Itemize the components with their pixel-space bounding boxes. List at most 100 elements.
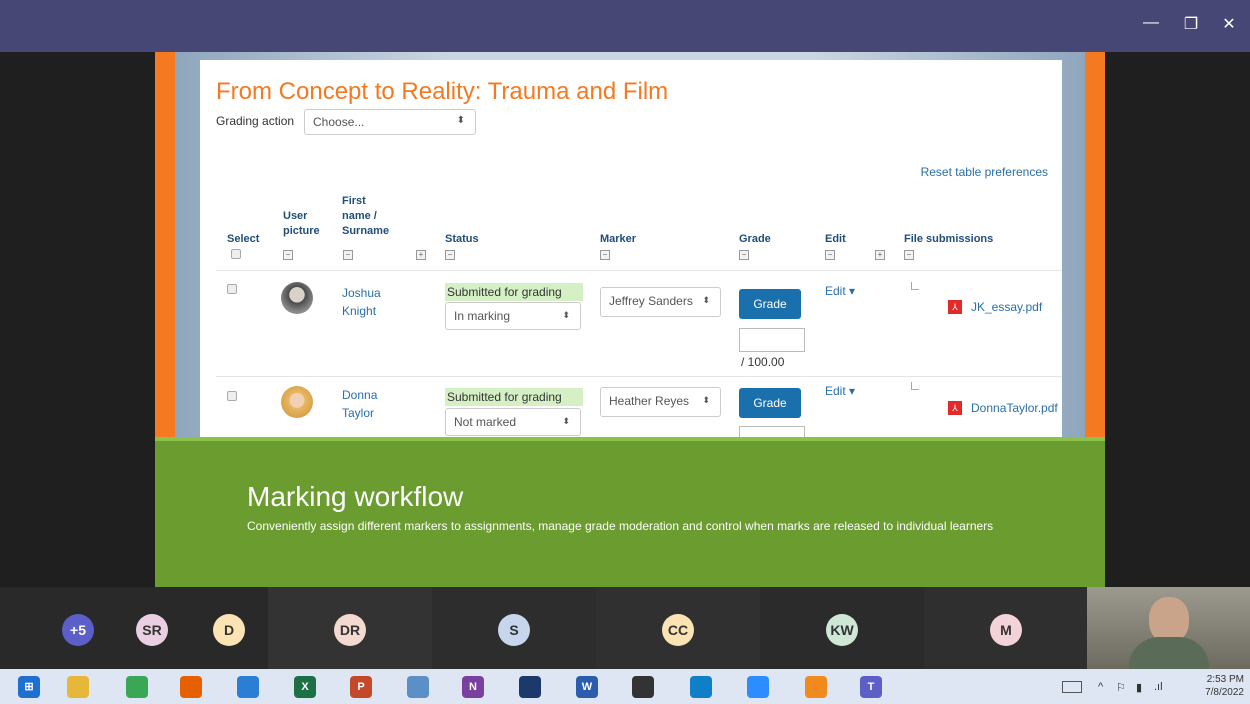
surname: Taylor bbox=[342, 406, 375, 420]
meeting-titlebar: — ❐ ✕ bbox=[0, 0, 1250, 52]
pdf-app-icon[interactable] bbox=[805, 676, 827, 698]
restore-button[interactable]: ❐ bbox=[1176, 14, 1206, 34]
presentation-slide: From Concept to Reality: Trauma and Film… bbox=[155, 52, 1105, 587]
avatar[interactable]: KW bbox=[826, 614, 858, 646]
grade-max: / 100.00 bbox=[741, 355, 785, 369]
header-select[interactable]: Select bbox=[227, 232, 259, 247]
reset-table-preferences-link[interactable]: Reset table preferences bbox=[921, 165, 1048, 179]
video-person-body bbox=[1129, 637, 1209, 669]
avatar-initials: KW bbox=[830, 622, 854, 638]
inkscape-icon[interactable] bbox=[632, 676, 654, 698]
select-all-checkbox[interactable] bbox=[231, 249, 241, 259]
onenote-icon[interactable]: N bbox=[462, 676, 484, 698]
grade-input[interactable] bbox=[739, 328, 805, 352]
slide-orange-border-left bbox=[155, 52, 175, 437]
avatar[interactable]: +5 bbox=[62, 614, 94, 646]
select-arrows-icon: ⬍ bbox=[562, 310, 570, 320]
windows-start-icon[interactable]: ⊞ bbox=[18, 676, 40, 698]
student-name[interactable]: Donna Taylor bbox=[342, 386, 377, 422]
collapse-column-icon[interactable]: − bbox=[445, 250, 455, 260]
banner-subtitle: Conveniently assign different markers to… bbox=[247, 519, 994, 533]
vpn-icon[interactable] bbox=[519, 676, 541, 698]
keyboard-icon[interactable] bbox=[1062, 681, 1082, 693]
header-status[interactable]: Status bbox=[445, 232, 479, 247]
moodle-grading-screenshot: From Concept to Reality: Trauma and Film… bbox=[200, 60, 1062, 437]
avatar-initials: S bbox=[509, 622, 519, 638]
avatar[interactable]: DR bbox=[334, 614, 366, 646]
self-video-preview[interactable] bbox=[1087, 587, 1250, 669]
edit-menu[interactable]: Edit ▾ bbox=[825, 384, 855, 398]
avatar-initials: M bbox=[1000, 622, 1012, 638]
collapse-column-icon[interactable]: − bbox=[283, 250, 293, 260]
marker-value: Heather Reyes bbox=[609, 394, 690, 408]
expand-column-icon[interactable]: + bbox=[875, 250, 885, 260]
header-user-picture[interactable]: User picture bbox=[283, 209, 320, 239]
edge-icon[interactable] bbox=[690, 676, 712, 698]
assignment-title: From Concept to Reality: Trauma and Film bbox=[216, 78, 669, 105]
header-name[interactable]: First name / Surname bbox=[342, 194, 389, 239]
grade-button[interactable]: Grade bbox=[739, 289, 801, 319]
collapse-column-icon[interactable]: − bbox=[739, 250, 749, 260]
avatar-initials: D bbox=[223, 622, 235, 638]
student-name[interactable]: Joshua Knight bbox=[342, 284, 381, 320]
network-icon[interactable]: ⚐ bbox=[1116, 681, 1126, 694]
battery-icon[interactable]: ▮ bbox=[1136, 681, 1142, 694]
close-button[interactable]: ✕ bbox=[1214, 14, 1244, 34]
collapse-column-icon[interactable]: − bbox=[600, 250, 610, 260]
avatar[interactable]: SR bbox=[136, 614, 168, 646]
select-arrows-icon: ⬍ bbox=[562, 416, 570, 426]
firefox-icon[interactable] bbox=[180, 676, 202, 698]
avatar[interactable]: M bbox=[990, 614, 1022, 646]
powerpoint-icon[interactable]: P bbox=[350, 676, 372, 698]
avatar-initials: DR bbox=[339, 622, 361, 638]
row-select-checkbox[interactable] bbox=[227, 284, 237, 294]
minimize-button[interactable]: — bbox=[1136, 14, 1166, 32]
wifi-icon[interactable]: .ıl bbox=[1154, 681, 1163, 693]
avatar-initials: +5 bbox=[70, 622, 86, 638]
grade-button[interactable]: Grade bbox=[739, 388, 801, 418]
grading-action-label: Grading action bbox=[216, 114, 295, 128]
marker-select[interactable]: Jeffrey Sanders ⬍ bbox=[600, 287, 721, 317]
header-file-submissions[interactable]: File submissions bbox=[904, 232, 993, 247]
avatar[interactable]: D bbox=[213, 614, 245, 646]
avatar[interactable]: S bbox=[498, 614, 530, 646]
avatar[interactable] bbox=[281, 386, 313, 418]
collapse-column-icon[interactable]: − bbox=[904, 250, 914, 260]
row-select-checkbox[interactable] bbox=[227, 391, 237, 401]
avatar[interactable]: CC bbox=[662, 614, 694, 646]
header-grade[interactable]: Grade bbox=[739, 232, 771, 247]
tray-chevron-icon[interactable]: ^ bbox=[1098, 681, 1103, 693]
marker-value: Jeffrey Sanders bbox=[609, 294, 693, 308]
media-player-icon[interactable] bbox=[237, 676, 259, 698]
avatar[interactable] bbox=[281, 282, 313, 314]
edit-menu[interactable]: Edit ▾ bbox=[825, 284, 855, 298]
file-link[interactable]: DonnaTaylor.pdf bbox=[971, 401, 1058, 415]
windows-taskbar: ⊞ X P N W T ^ ⚐ ▮ .ıl 2:53 PM 7/8/2022 bbox=[0, 669, 1250, 704]
grade-input[interactable] bbox=[739, 426, 805, 437]
header-edit[interactable]: Edit bbox=[825, 232, 846, 247]
file-explorer-icon[interactable] bbox=[67, 676, 89, 698]
zoom-icon[interactable] bbox=[747, 676, 769, 698]
teams-icon[interactable]: T bbox=[860, 676, 882, 698]
word-icon[interactable]: W bbox=[576, 676, 598, 698]
header-name-line2: name / bbox=[342, 210, 377, 222]
tree-corner-icon bbox=[911, 282, 919, 290]
workflow-state-select[interactable]: In marking ⬍ bbox=[445, 302, 581, 330]
grading-action-select[interactable]: Choose... ⬍ bbox=[304, 109, 476, 135]
excel-icon[interactable]: X bbox=[294, 676, 316, 698]
slide-orange-border-right bbox=[1085, 52, 1105, 437]
notes-icon[interactable] bbox=[407, 676, 429, 698]
marker-select[interactable]: Heather Reyes ⬍ bbox=[600, 387, 721, 417]
status-badge: Submitted for grading bbox=[445, 388, 583, 406]
chrome-icon[interactable] bbox=[126, 676, 148, 698]
system-clock[interactable]: 2:53 PM 7/8/2022 bbox=[1205, 673, 1244, 699]
select-arrows-icon: ⬍ bbox=[702, 295, 710, 305]
collapse-column-icon[interactable]: − bbox=[343, 250, 353, 260]
workflow-state-select[interactable]: Not marked ⬍ bbox=[445, 408, 581, 436]
surname: Knight bbox=[342, 304, 377, 318]
collapse-column-icon[interactable]: − bbox=[825, 250, 835, 260]
header-marker[interactable]: Marker bbox=[600, 232, 636, 247]
expand-column-icon[interactable]: + bbox=[416, 250, 426, 260]
file-link[interactable]: JK_essay.pdf bbox=[971, 300, 1042, 314]
row-divider bbox=[216, 376, 1062, 377]
